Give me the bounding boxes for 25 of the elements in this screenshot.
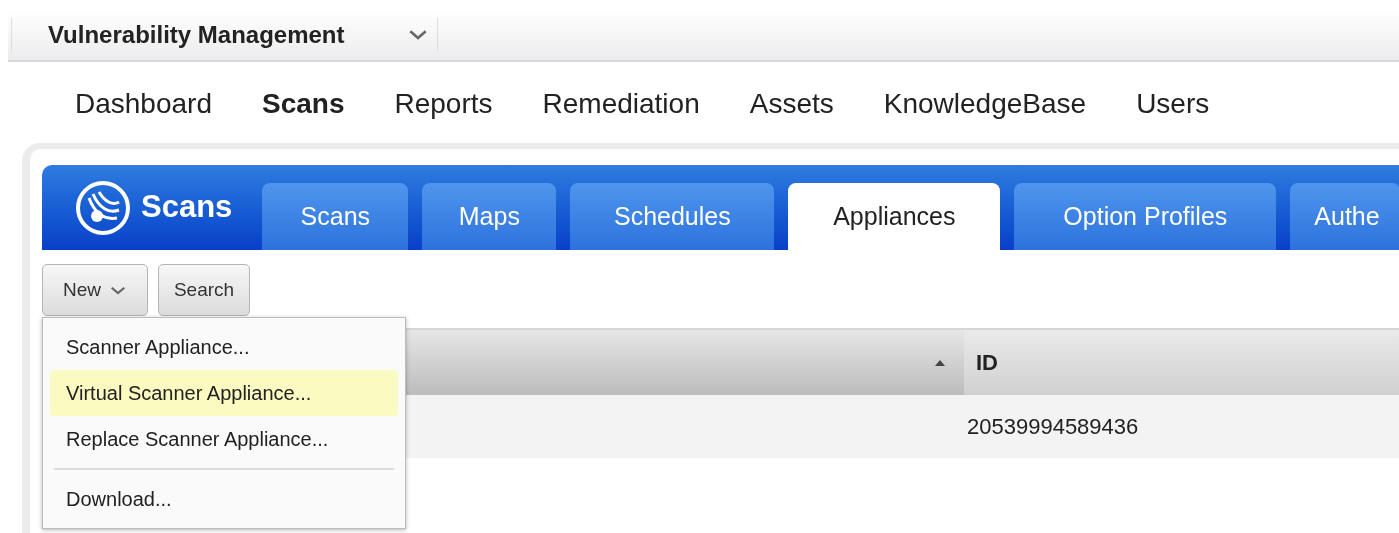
- nav-link[interactable]: Dashboard: [50, 83, 237, 125]
- tab[interactable]: Option Profiles: [1014, 183, 1277, 250]
- menu-item[interactable]: Virtual Scanner Appliance...: [50, 370, 398, 416]
- menu-item[interactable]: Scanner Appliance...: [50, 324, 398, 370]
- nav-link[interactable]: KnowledgeBase: [858, 83, 1112, 125]
- tab[interactable]: Maps: [422, 183, 557, 250]
- table-header-cell[interactable]: ID: [964, 330, 1399, 395]
- menu-item[interactable]: Replace Scanner Appliance...: [50, 416, 398, 462]
- tab[interactable]: Scans: [262, 183, 409, 250]
- menu-item[interactable]: Download...: [50, 476, 398, 522]
- nav-link[interactable]: Remediation: [517, 83, 725, 125]
- nav-link[interactable]: Reports: [369, 83, 518, 125]
- tab[interactable]: Authe: [1290, 183, 1399, 250]
- table-cell-text: 20539994589436: [966, 413, 1139, 441]
- app-switcher[interactable]: Vulnerability Management: [12, 13, 437, 57]
- chevron-down-icon: [109, 284, 127, 296]
- nav-link[interactable]: Users: [1111, 83, 1235, 125]
- module-title: Scans: [141, 188, 233, 227]
- nav-link[interactable]: Assets: [724, 83, 859, 125]
- nav-link[interactable]: Scans: [237, 83, 370, 125]
- new-button[interactable]: New: [42, 264, 148, 316]
- search-button[interactable]: Search: [158, 264, 250, 316]
- tab[interactable]: Schedules: [570, 183, 775, 250]
- tab[interactable]: Appliances: [788, 183, 1001, 250]
- satellite-logo-icon: [75, 179, 131, 236]
